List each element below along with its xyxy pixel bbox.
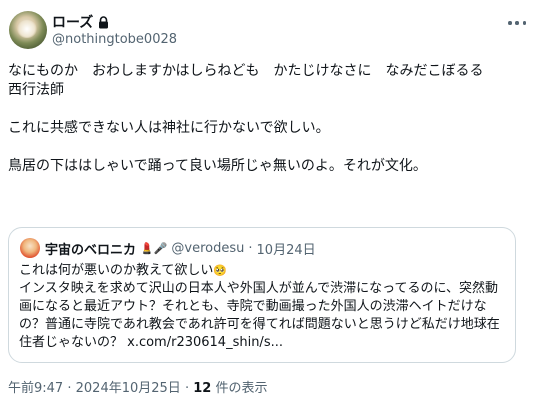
author-display-name[interactable]: ローズ [52, 12, 93, 32]
author-name-row[interactable]: ローズ [52, 12, 109, 32]
tweet-line: 西行法師 [8, 82, 64, 98]
author-handle[interactable]: @nothingtobe0028 [52, 32, 177, 47]
pleading-face-emoji: 🥺 [213, 264, 228, 277]
tweet-line: なにものか おわしますかはしらねども かたじけなさに なみだこぼるる [8, 63, 484, 79]
footer-separator: · [184, 381, 190, 396]
avatar[interactable] [9, 11, 47, 49]
footer-separator: · [67, 381, 72, 396]
quote-body: インスタ映えを求めて沢山の日本人や外国人が並んで渋滞になってるのに、突然動画にな… [19, 281, 500, 350]
tweet-line: 鳥居の下ははしゃいで踊って良い場所じゃ無いのよ。それが文化。 [8, 158, 427, 174]
quote-avatar[interactable] [20, 238, 40, 258]
tweet-line [8, 138, 528, 157]
quote-date[interactable]: 10月24日 [257, 239, 316, 258]
quote-first-line: これは何が悪いのか教えて欲しい🥺 [19, 262, 511, 280]
quote-text: これは何が悪いのか教えて欲しい🥺 インスタ映えを求めて沢山の日本人や外国人が並ん… [19, 262, 511, 352]
tweet-line: これに共感できない人は神社に行かないで欲しい。 [8, 120, 330, 136]
views-count: 12 [193, 381, 212, 396]
tweet-time[interactable]: 午前9:47 [8, 381, 63, 396]
lock-icon [98, 15, 109, 29]
tweet-date[interactable]: 2024年10月25日 [76, 381, 181, 396]
lipstick-microphone-icons: 💄🎤 [140, 242, 168, 255]
tweet-line [8, 100, 528, 119]
tweet-text: なにものか おわしますかはしらねども かたじけなさに なみだこぼるる 西行法師 … [8, 62, 528, 176]
quote-first-line-text: これは何が悪いのか教えて欲しい [19, 263, 214, 278]
quote-display-name[interactable]: 宇宙のベロニカ [45, 239, 136, 258]
quote-separator: · [248, 241, 253, 256]
quote-header: 宇宙のベロニカ 💄🎤 @verodesu · 10月24日 [45, 239, 316, 258]
more-icon[interactable] [508, 20, 526, 26]
views-label: 件の表示 [215, 381, 268, 396]
tweet-footer: 午前9:47 · 2024年10月25日 · 12 件の表示 [8, 377, 267, 396]
quote-handle: @verodesu [171, 241, 245, 256]
quoted-tweet-card[interactable]: 宇宙のベロニカ 💄🎤 @verodesu · 10月24日 これは何が悪いのか教… [8, 227, 516, 363]
